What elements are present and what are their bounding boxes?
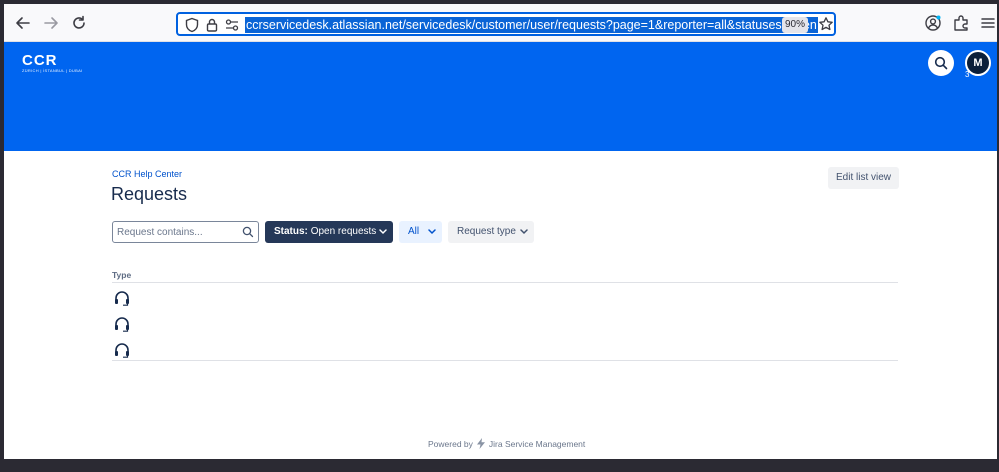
table-footer-divider [112, 360, 898, 361]
site-permissions-icon[interactable] [224, 17, 240, 33]
browser-toolbar: ccrservicedesk.atlassian.net/servicedesk… [4, 4, 997, 42]
account-icon[interactable] [924, 14, 942, 32]
headset-icon [115, 343, 129, 358]
zoom-level[interactable]: 90% [782, 17, 808, 33]
page-title: Requests [111, 184, 188, 204]
chevron-down-icon [520, 229, 528, 235]
avatar-badge: 3 [965, 70, 970, 79]
reporter-filter-value: All [408, 226, 420, 237]
powered-by-label: Powered by [428, 438, 473, 449]
ccr-logo[interactable]: CCR ZÜRICH | İSTANBUL | DUBAI [22, 52, 83, 73]
request-type-filter-button[interactable]: Request type [448, 221, 534, 243]
edit-list-view-button[interactable]: Edit list view [828, 167, 899, 189]
chevron-down-icon [428, 229, 436, 235]
lock-icon[interactable] [204, 17, 220, 33]
reload-button[interactable] [68, 12, 90, 34]
breadcrumb[interactable]: CCR Help Center [112, 169, 182, 179]
jira-product-link[interactable]: Jira Service Management [489, 439, 585, 449]
powered-by-footer: Powered by Jira Service Management [428, 438, 585, 449]
request-type-filter-label: Request type [457, 226, 516, 237]
portal-header: CCR ZÜRICH | İSTANBUL | DUBAI M 3 [4, 42, 997, 151]
headset-icon [115, 291, 129, 306]
table-row[interactable] [112, 285, 898, 311]
status-filter-value: Open requests [310, 226, 377, 237]
chevron-down-icon [379, 229, 387, 235]
request-search-input[interactable] [117, 224, 237, 240]
logo-subtext: ZÜRICH | İSTANBUL | DUBAI [22, 68, 83, 73]
jira-lightning-icon [476, 438, 485, 449]
browser-window: ccrservicedesk.atlassian.net/servicedesk… [4, 4, 997, 459]
menu-icon[interactable] [979, 14, 997, 32]
address-bar[interactable]: ccrservicedesk.atlassian.net/servicedesk… [176, 12, 836, 36]
search-icon [934, 56, 948, 70]
request-search-field[interactable] [112, 221, 259, 243]
search-icon[interactable] [242, 226, 254, 238]
status-filter-button[interactable]: Status: Open requests [265, 221, 393, 243]
table-row[interactable] [112, 311, 898, 337]
forward-button[interactable] [40, 12, 62, 34]
bookmark-star-icon[interactable] [818, 16, 834, 32]
reload-icon [73, 15, 85, 29]
headset-icon [115, 317, 129, 332]
table-header-divider [112, 282, 898, 283]
url-text[interactable]: ccrservicedesk.atlassian.net/servicedesk… [245, 17, 818, 33]
shield-icon[interactable] [184, 17, 200, 33]
back-button[interactable] [12, 12, 34, 34]
arrow-right-icon [44, 17, 58, 29]
status-filter-label: Status: [274, 226, 308, 237]
extensions-icon[interactable] [952, 14, 970, 32]
header-search-button[interactable] [928, 50, 954, 76]
column-header-type[interactable]: Type [112, 270, 131, 280]
reporter-filter-button[interactable]: All [399, 221, 442, 243]
arrow-left-icon [16, 17, 30, 29]
logo-text: CCR [22, 52, 58, 69]
